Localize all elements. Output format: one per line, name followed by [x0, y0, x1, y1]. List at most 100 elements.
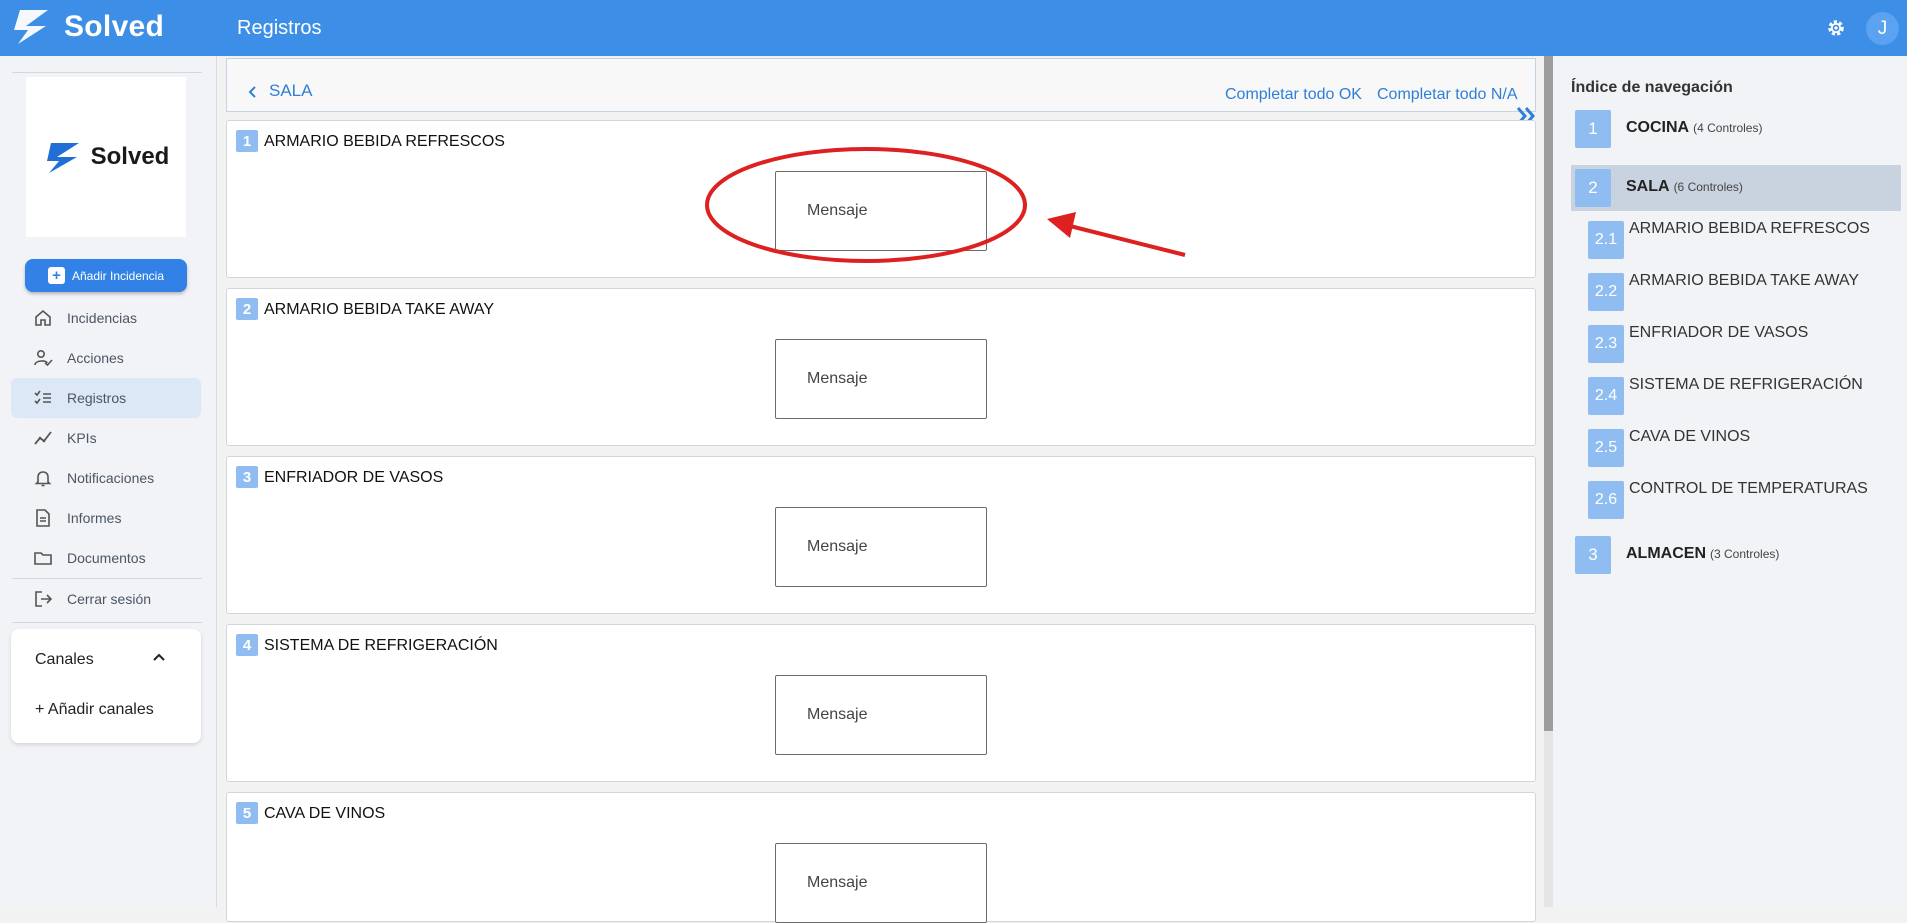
subitem-name: SISTEMA DE REFRIGERACIÓN [1629, 376, 1863, 393]
nav-item-acciones[interactable]: Acciones [11, 338, 201, 378]
nav-item-kpis[interactable]: KPIs [11, 418, 201, 458]
bell-icon [34, 471, 52, 487]
subitem-number: 2.1 [1588, 221, 1624, 259]
nav-label: Informes [67, 510, 122, 526]
index-subitem[interactable]: 2.3 ENFRIADOR DE VASOS [1588, 322, 1898, 366]
control-card: 5 CAVA DE VINOS Mensaje [226, 792, 1536, 923]
user-avatar[interactable]: J [1866, 12, 1899, 45]
logout-label: Cerrar sesión [67, 591, 152, 607]
nav-item-notificaciones[interactable]: Notificaciones [11, 458, 201, 498]
section-name-wrap: SALA (6 Controles) [1626, 178, 1743, 196]
section-number: 2 [1575, 169, 1611, 207]
section-count: (4 Controles) [1693, 121, 1763, 135]
top-bar: Solved Registros J [0, 0, 1907, 56]
user-check-icon [34, 349, 53, 367]
brand[interactable]: Solved [14, 6, 164, 48]
item-number: 2 [236, 298, 258, 320]
index-subitem[interactable]: 2.1 ARMARIO BEBIDA REFRESCOS [1588, 218, 1898, 262]
subitem-name: ENFRIADOR DE VASOS [1629, 324, 1809, 341]
section-count: (3 Controles) [1710, 547, 1780, 561]
section-name: SALA [1626, 178, 1670, 195]
logo-text: Solved [90, 143, 170, 170]
nav-item-informes[interactable]: Informes [11, 498, 201, 538]
nav-label: Incidencias [67, 310, 138, 326]
section-name: COCINA [1626, 119, 1690, 136]
control-card: 1 ARMARIO BEBIDA REFRESCOS Mensaje [226, 120, 1536, 278]
nav-label: Documentos [67, 550, 146, 566]
index-subitem[interactable]: 2.6 CONTROL DE TEMPERATURAS [1588, 478, 1898, 522]
navigation-index: Índice de navegación 1 COCINA (4 Controle… [1553, 56, 1907, 907]
message-button[interactable]: Mensaje [775, 339, 987, 419]
page-title: Registros [237, 17, 322, 39]
complete-all-ok-link[interactable]: Completar todo OK [1225, 86, 1362, 104]
nav-label: Notificaciones [67, 470, 155, 486]
control-card: 4 SISTEMA DE REFRIGERACIÓN Mensaje [226, 624, 1536, 782]
chart-line-icon [34, 431, 52, 445]
control-card: 2 ARMARIO BEBIDA TAKE AWAY Mensaje [226, 288, 1536, 446]
divider [12, 622, 202, 623]
solved-logo-icon [14, 10, 48, 44]
nav-label: KPIs [67, 430, 97, 446]
complete-all-na-link[interactable]: Completar todo N/A [1377, 86, 1518, 104]
section-name: ALMACEN [1626, 545, 1706, 562]
plus-icon: + [47, 267, 65, 284]
subitem-number: 2.4 [1588, 377, 1624, 415]
index-subitem[interactable]: 2.4 SISTEMA DE REFRIGERACIÓN [1588, 374, 1898, 418]
add-channels-link[interactable]: + Añadir canales [35, 701, 154, 719]
item-title: CAVA DE VINOS [264, 805, 386, 822]
message-button[interactable]: Mensaje [775, 171, 987, 251]
item-number: 1 [236, 130, 258, 152]
channels-title: Canales [35, 651, 94, 668]
sidebar: Solved + Añadir Incidencia Incidencias A… [0, 56, 217, 907]
subitem-name: ARMARIO BEBIDA REFRESCOS [1629, 220, 1870, 237]
subitem-name: CONTROL DE TEMPERATURAS [1629, 480, 1868, 497]
message-button[interactable]: Mensaje [775, 843, 987, 923]
nav-item-registros[interactable]: Registros [11, 378, 201, 418]
section-name-wrap: ALMACEN (3 Controles) [1626, 545, 1779, 563]
index-subitem[interactable]: 2.2 ARMARIO BEBIDA TAKE AWAY [1588, 270, 1898, 314]
item-title: ENFRIADOR DE VASOS [264, 469, 444, 486]
section-count: (6 Controles) [1673, 180, 1743, 194]
add-incident-label: Añadir Incidencia [71, 268, 165, 283]
subitem-number: 2.6 [1588, 481, 1624, 519]
subitem-name: ARMARIO BEBIDA TAKE AWAY [1629, 272, 1859, 289]
item-number: 4 [236, 634, 258, 656]
folder-icon [34, 552, 52, 565]
chevron-left-icon[interactable] [247, 86, 259, 98]
home-icon [35, 309, 51, 326]
subitem-number: 2.2 [1588, 273, 1624, 311]
item-title: ARMARIO BEBIDA REFRESCOS [264, 133, 505, 150]
index-title: Índice de navegación [1571, 79, 1733, 96]
document-icon [36, 509, 50, 527]
channels-panel: Canales + Añadir canales [11, 629, 201, 743]
section-title: SALA [269, 81, 313, 100]
item-title: ARMARIO BEBIDA TAKE AWAY [264, 301, 494, 318]
subitem-number: 2.5 [1588, 429, 1624, 467]
index-section-almacen[interactable]: 3 ALMACEN (3 Controles) [1571, 532, 1901, 578]
add-incident-button[interactable]: + Añadir Incidencia [25, 259, 187, 292]
index-subitem[interactable]: 2.5 CAVA DE VINOS [1588, 426, 1898, 470]
divider [12, 72, 202, 73]
section-name-wrap: COCINA (4 Controles) [1626, 119, 1762, 137]
logout-button[interactable]: Cerrar sesión [11, 579, 201, 619]
control-card: 3 ENFRIADOR DE VASOS Mensaje [226, 456, 1536, 614]
solved-logo-icon [46, 143, 79, 173]
item-number: 3 [236, 466, 258, 488]
message-button[interactable]: Mensaje [775, 675, 987, 755]
gear-icon[interactable] [1826, 18, 1846, 38]
checklist-icon [34, 390, 51, 405]
nav-item-documentos[interactable]: Documentos [11, 538, 201, 578]
item-title: SISTEMA DE REFRIGERACIÓN [264, 637, 498, 654]
nav-item-incidencias[interactable]: Incidencias [11, 298, 201, 338]
subitem-number: 2.3 [1588, 325, 1624, 363]
nav-label: Registros [67, 390, 127, 406]
brand-name: Solved [64, 10, 165, 43]
chevron-up-icon[interactable] [149, 647, 169, 667]
index-section-sala[interactable]: 2 SALA (6 Controles) [1571, 165, 1901, 211]
logout-icon [35, 591, 53, 607]
index-section-cocina[interactable]: 1 COCINA (4 Controles) [1571, 106, 1901, 152]
message-button[interactable]: Mensaje [775, 507, 987, 587]
section-number: 3 [1575, 536, 1611, 574]
subitem-name: CAVA DE VINOS [1629, 428, 1751, 445]
section-header: SALA Completar todo OK Completar todo N/… [226, 58, 1536, 112]
